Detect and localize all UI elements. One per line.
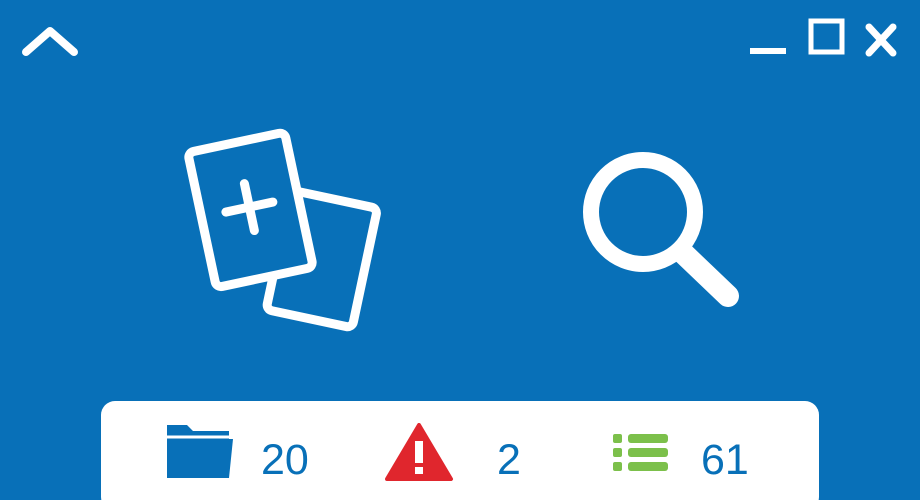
new-document-icon	[184, 128, 381, 332]
folder-icon	[167, 425, 233, 478]
search-button[interactable]	[578, 146, 746, 314]
lists-stat[interactable]: 61	[609, 423, 769, 484]
new-document-button[interactable]	[176, 126, 388, 338]
close-button[interactable]	[860, 20, 902, 60]
folders-count: 20	[261, 436, 309, 484]
warning-icon	[385, 423, 453, 481]
maximize-button[interactable]	[804, 18, 848, 58]
close-icon	[865, 23, 897, 57]
app-window: 20 2 61	[0, 0, 920, 500]
minimize-icon	[750, 48, 786, 54]
maximize-icon	[808, 18, 845, 55]
chevron-up-icon	[22, 27, 78, 56]
collapse-button[interactable]	[18, 22, 82, 66]
warnings-stat[interactable]: 2	[385, 423, 545, 484]
warnings-count: 2	[497, 436, 521, 484]
status-panel: 20 2 61	[101, 401, 819, 500]
lists-count: 61	[701, 436, 749, 484]
list-icon	[613, 434, 668, 471]
minimize-button[interactable]	[746, 20, 790, 60]
folders-stat[interactable]: 20	[165, 423, 325, 484]
search-icon	[583, 152, 739, 307]
